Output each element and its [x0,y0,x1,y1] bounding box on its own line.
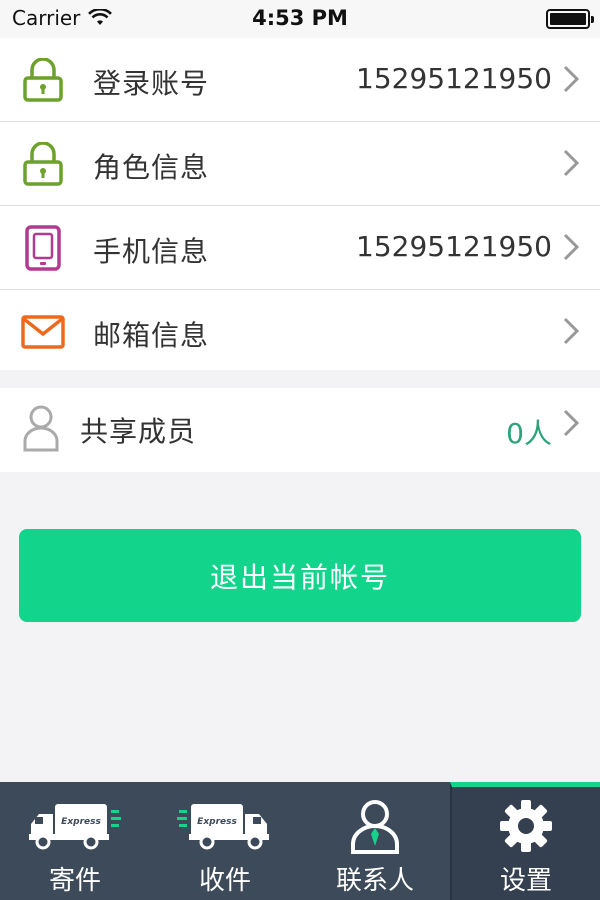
truck-text: Express [61,817,101,827]
tab-label: 联系人 [335,866,414,896]
chevron-right-icon [563,233,580,261]
send-truck-icon: Express [0,794,150,858]
tab-bar: Express 寄件 Express 收件 联系人 设置 [0,782,600,900]
battery-icon [546,9,594,29]
tab-label: 设置 [499,866,552,896]
member-count: 0人 [506,417,552,450]
login-account-row[interactable]: 登录账号 15295121950 [0,38,600,122]
status-time: 4:53 PM [252,6,348,30]
person-icon [18,404,64,452]
logout-button[interactable]: 退出当前帐号 [19,529,581,622]
tab-label: 寄件 [48,866,101,896]
account-info-list: 登录账号 15295121950 角色信息 手机信息 15295121950 邮… [0,38,600,370]
tab-send[interactable]: Express 寄件 [0,782,150,900]
status-bar: Carrier 4:53 PM [0,0,600,38]
chevron-right-icon [563,149,580,177]
lock-icon [20,56,66,104]
tab-receive[interactable]: Express 收件 [150,782,300,900]
role-info-row[interactable]: 角色信息 [0,122,600,206]
phone-info-row[interactable]: 手机信息 15295121950 [0,206,600,290]
email-info-row[interactable]: 邮箱信息 [0,290,600,374]
row-label: 登录账号 [93,67,210,100]
chevron-right-icon [563,409,580,437]
row-label: 邮箱信息 [93,319,210,352]
phone-icon [20,224,66,272]
truck-text: Express [197,817,237,827]
chevron-right-icon [563,65,580,93]
tab-settings[interactable]: 设置 [450,782,600,900]
contact-icon [300,794,450,858]
row-value: 15295121950 [356,230,552,263]
row-label: 角色信息 [93,151,210,184]
logout-button-label: 退出当前帐号 [209,560,390,594]
row-label: 共享成员 [80,415,197,448]
receive-truck-icon: Express [150,794,300,858]
row-value: 15295121950 [356,62,552,95]
lock-icon [20,140,66,188]
tab-label: 收件 [198,866,251,896]
tab-contacts[interactable]: 联系人 [300,782,450,900]
mail-icon [20,308,66,356]
row-label: 手机信息 [93,235,210,268]
shared-members-list: 共享成员 0人 [0,388,600,472]
gear-icon [452,794,600,858]
shared-members-row[interactable]: 共享成员 0人 [0,388,600,472]
chevron-right-icon [563,317,580,345]
